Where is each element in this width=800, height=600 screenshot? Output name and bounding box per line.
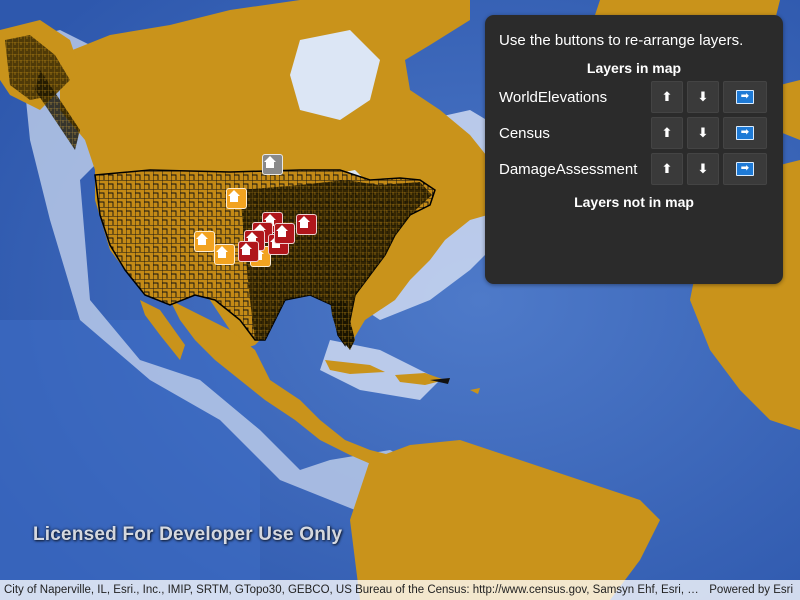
layer-row-worldelevations: WorldElevations ⬆ ⬇ ➡ — [485, 81, 783, 115]
panel-instructions: Use the buttons to re-arrange layers. — [499, 32, 744, 49]
damage-marker-gray[interactable] — [262, 154, 283, 175]
remove-layer-button[interactable]: ➡ — [723, 81, 767, 113]
arrow-down-icon: ⬇ — [697, 89, 709, 104]
layer-row-census: Census ⬆ ⬇ ➡ — [485, 117, 783, 151]
arrow-right-icon: ➡ — [736, 126, 754, 140]
damage-marker-orange[interactable] — [226, 188, 247, 209]
arrow-down-icon: ⬇ — [697, 161, 709, 176]
house-icon — [298, 216, 310, 228]
arrow-down-icon: ⬇ — [697, 125, 709, 140]
damage-marker-red[interactable] — [274, 223, 295, 244]
powered-by-esri[interactable]: Powered by Esri — [709, 580, 793, 600]
arrow-up-icon: ⬆ — [661, 89, 673, 104]
house-icon — [240, 243, 252, 255]
house-icon — [216, 246, 228, 258]
developer-watermark: Licensed For Developer Use Only — [33, 524, 343, 545]
layer-row-damageassessment: DamageAssessment ⬆ ⬇ ➡ — [485, 153, 783, 187]
house-icon — [264, 156, 276, 168]
layer-name: Census — [499, 125, 550, 142]
house-icon — [228, 190, 240, 202]
layer-order-panel: Use the buttons to re-arrange layers. La… — [485, 15, 783, 284]
attribution-text[interactable]: City of Naperville, IL, Esri., Inc., IMI… — [4, 580, 699, 600]
damage-marker-red[interactable] — [238, 241, 259, 262]
remove-layer-button[interactable]: ➡ — [723, 153, 767, 185]
layers-in-map-heading: Layers in map — [586, 60, 682, 76]
arrow-up-icon: ⬆ — [661, 161, 673, 176]
arrow-right-icon: ➡ — [736, 90, 754, 104]
layer-name: WorldElevations — [499, 89, 608, 106]
layer-name: DamageAssessment — [499, 161, 638, 178]
house-icon — [196, 233, 208, 245]
arrow-right-icon: ➡ — [736, 162, 754, 176]
move-up-button[interactable]: ⬆ — [651, 81, 683, 113]
move-down-button[interactable]: ⬇ — [687, 153, 719, 185]
damage-marker-orange[interactable] — [214, 244, 235, 265]
move-down-button[interactable]: ⬇ — [687, 117, 719, 149]
house-icon — [276, 225, 288, 237]
attribution-bar: City of Naperville, IL, Esri., Inc., IMI… — [0, 580, 800, 600]
move-up-button[interactable]: ⬆ — [651, 153, 683, 185]
layers-not-in-map-heading: Layers not in map — [574, 194, 694, 210]
damage-marker-red[interactable] — [296, 214, 317, 235]
remove-layer-button[interactable]: ➡ — [723, 117, 767, 149]
damage-marker-orange[interactable] — [194, 231, 215, 252]
arrow-up-icon: ⬆ — [661, 125, 673, 140]
move-down-button[interactable]: ⬇ — [687, 81, 719, 113]
move-up-button[interactable]: ⬆ — [651, 117, 683, 149]
